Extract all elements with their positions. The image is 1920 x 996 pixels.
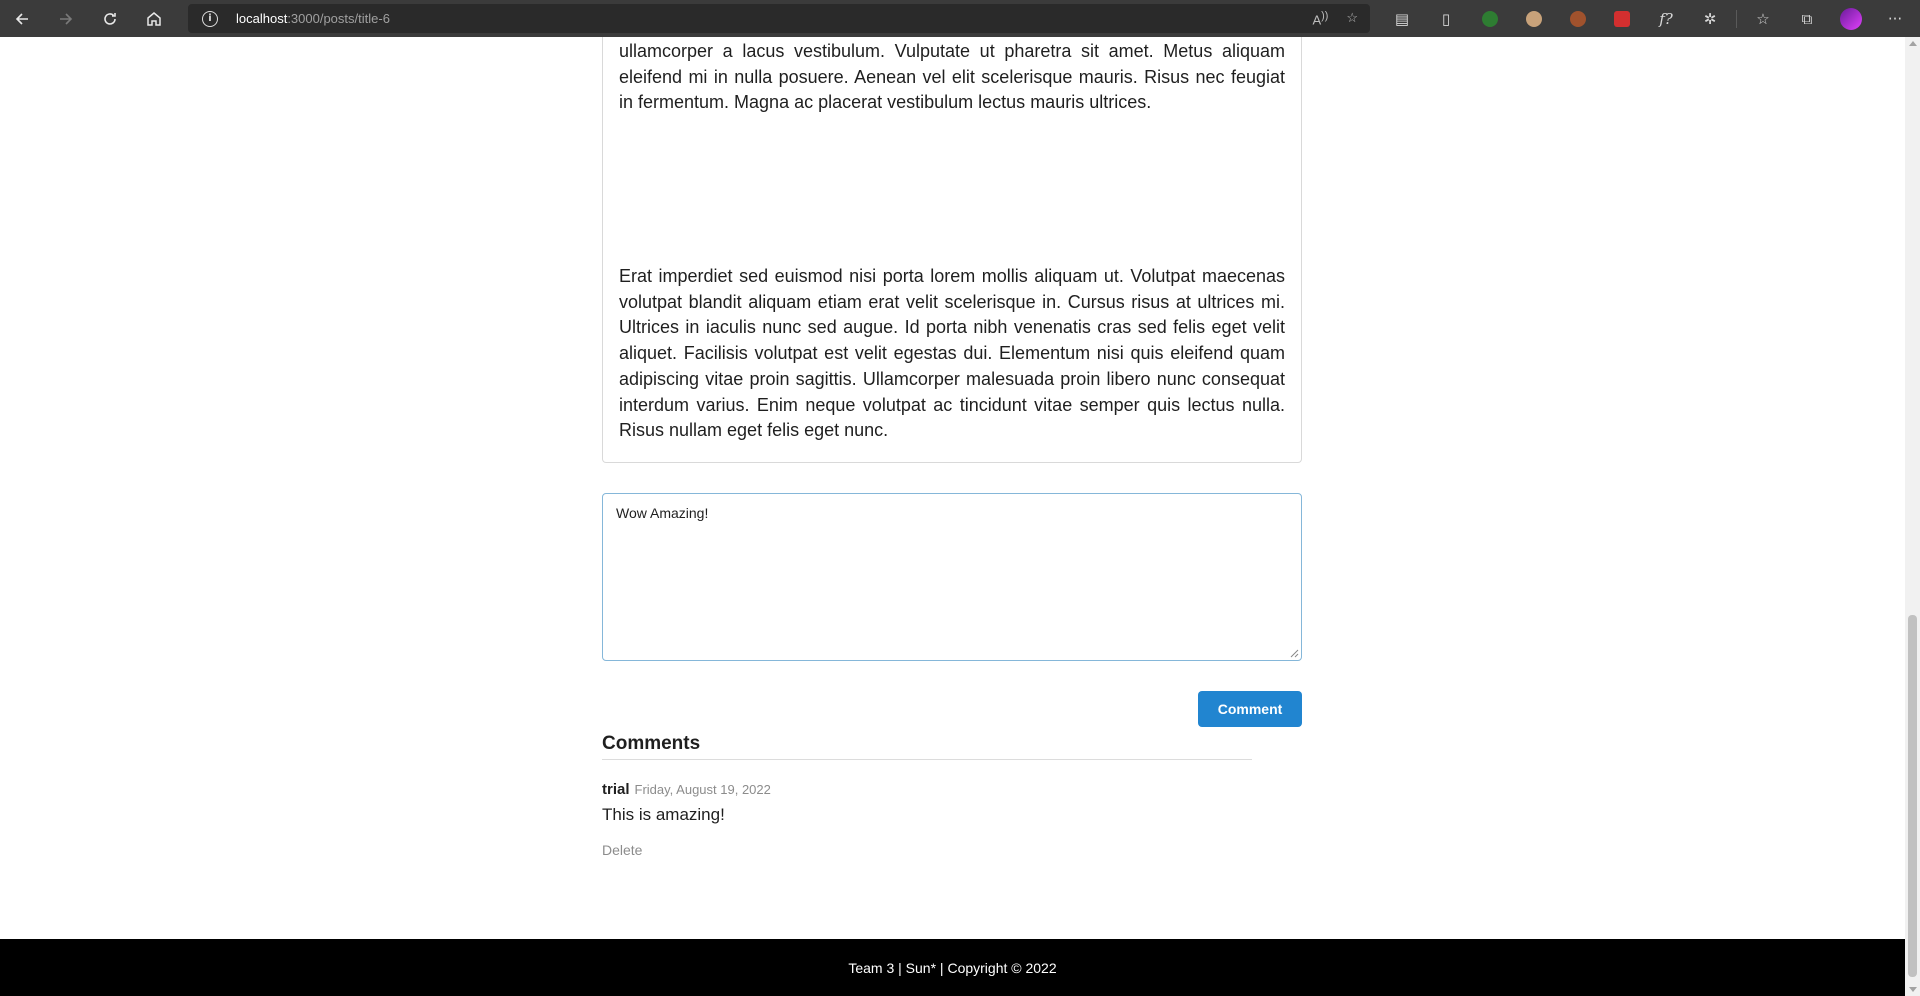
comment-item: trial Friday, August 19, 2022 This is ama… [602,781,1252,858]
comment-textarea-value: Wow Amazing! [616,505,709,521]
forward-button[interactable] [44,0,88,37]
extension-face-icon[interactable] [1512,0,1556,37]
comment-submit-button[interactable]: Comment [1198,691,1302,727]
page-content: ullamcorper a lacus vestibulum. Vulputat… [0,37,1905,996]
address-bar[interactable]: i localhost:3000/posts/title-6 A)) ☆ [188,4,1370,33]
page-scrollbar[interactable] [1905,37,1920,996]
page-icon[interactable]: ▤ [1380,0,1424,37]
comment-author[interactable]: trial [602,781,630,798]
resize-grip-icon[interactable] [1289,648,1299,658]
favorite-add-icon[interactable]: ☆ [1346,10,1358,27]
url-path: :3000/posts/title-6 [287,11,390,26]
avatar [1840,7,1862,30]
comments-divider [602,759,1252,760]
back-button[interactable] [0,0,44,37]
post-paragraph: ullamcorper a lacus vestibulum. Vulputat… [619,41,1285,113]
comment-date: Friday, August 19, 2022 [634,782,771,797]
scroll-down-icon[interactable] [1909,987,1917,992]
extension-red-icon[interactable] [1600,0,1644,37]
comment-text: This is amazing! [602,805,725,824]
url-host: localhost [236,11,288,26]
browser-toolbar: i localhost:3000/posts/title-6 A)) ☆ ▤ ▯… [0,0,1920,37]
extension-mouse-icon[interactable]: ▯ [1424,0,1468,37]
extensions-puzzle-icon[interactable]: ✲ [1688,0,1732,37]
profile-avatar[interactable] [1829,0,1873,37]
post-card: ullamcorper a lacus vestibulum. Vulputat… [602,37,1302,463]
extension-tree-icon[interactable] [1468,0,1512,37]
refresh-icon [104,12,116,25]
more-menu-icon[interactable]: ··· [1873,0,1917,37]
post-paragraph: Erat imperdiet sed euismod nisi porta lo… [619,266,1285,441]
toolbar-divider [1736,9,1737,28]
arrow-right-icon [60,12,73,25]
arrow-left-icon [15,12,28,25]
extension-cookie-icon[interactable] [1556,0,1600,37]
comments-heading: Comments [602,733,701,754]
scroll-up-icon[interactable] [1909,41,1917,46]
scrollbar-thumb[interactable] [1908,615,1917,977]
url-text[interactable]: localhost:3000/posts/title-6 [236,11,390,26]
home-icon [147,11,161,26]
comment-delete-link[interactable]: Delete [602,842,642,858]
info-icon[interactable]: i [202,10,218,27]
collections-icon[interactable]: ⧉ [1785,0,1829,37]
footer: Team 3 | Sun* | Copyright © 2022 [0,939,1905,996]
comment-textarea[interactable]: Wow Amazing! [602,493,1302,661]
refresh-button[interactable] [88,0,132,37]
read-aloud-icon[interactable]: A)) [1312,10,1328,27]
favorites-icon[interactable]: ☆ [1741,0,1785,37]
extension-font-icon[interactable]: f? [1644,0,1688,37]
home-button[interactable] [132,0,176,37]
footer-text: Team 3 | Sun* | Copyright © 2022 [848,959,1057,976]
